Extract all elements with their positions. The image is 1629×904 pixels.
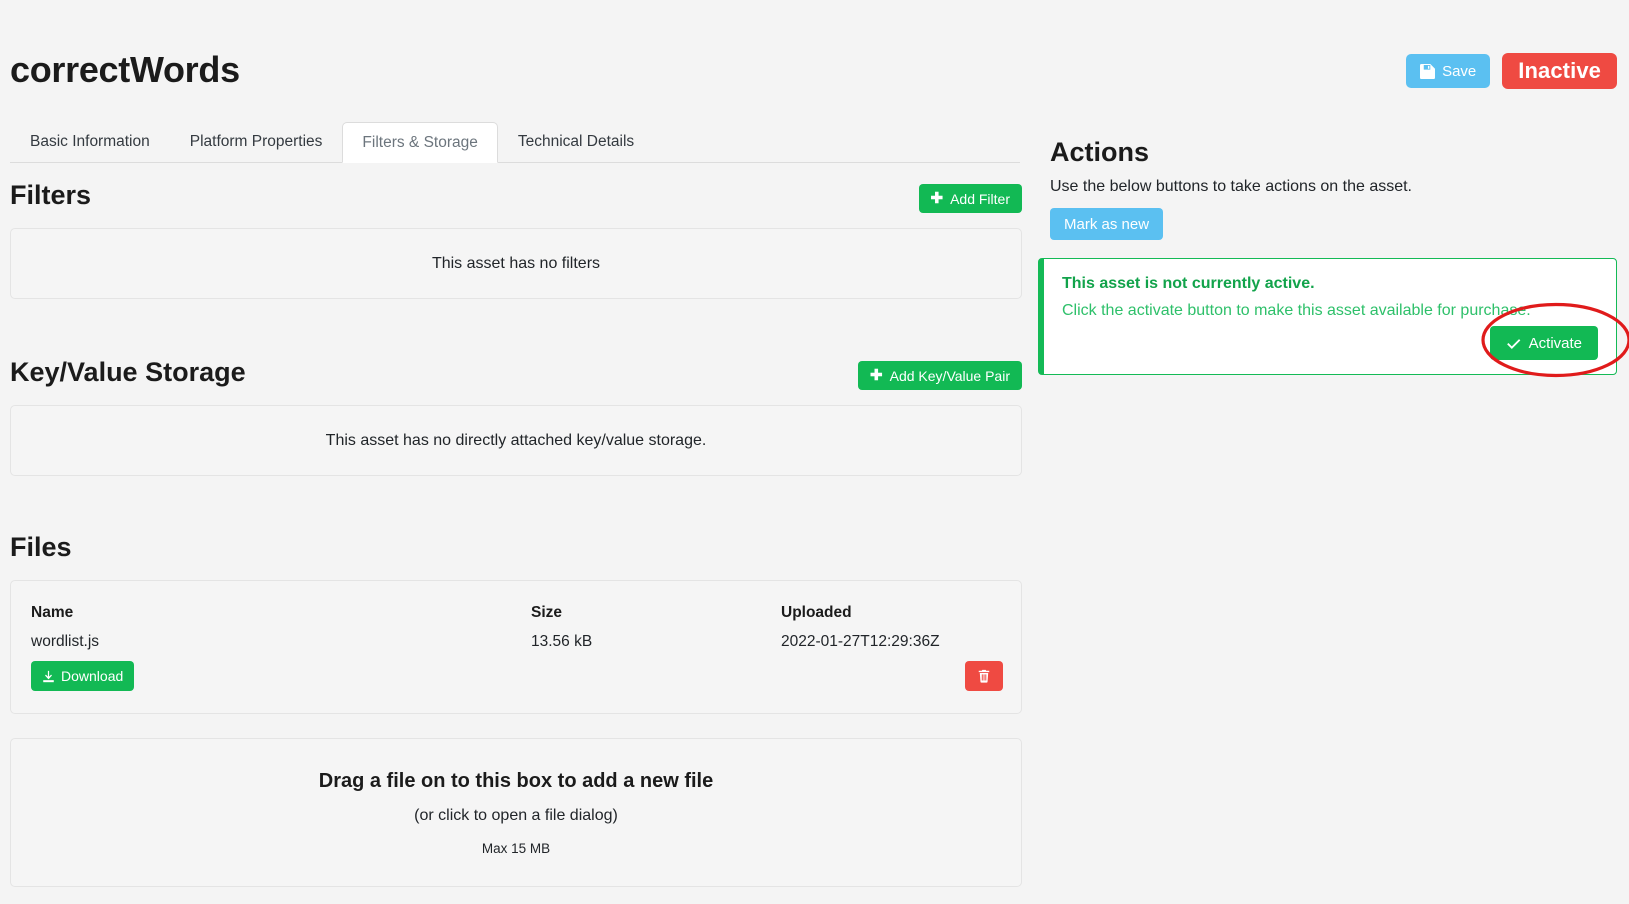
activate-button[interactable]: Activate — [1490, 326, 1598, 360]
floppy-disk-icon — [1420, 64, 1435, 79]
tab-bar: Basic Information Platform Properties Fi… — [10, 122, 1020, 163]
file-name: wordlist.js — [11, 622, 531, 651]
filters-empty-panel: This asset has no filters — [10, 228, 1022, 299]
filters-empty-message: This asset has no filters — [432, 255, 600, 273]
column-header-size: Size — [531, 581, 781, 622]
file-uploaded: 2022-01-27T12:29:36Z — [781, 622, 958, 651]
files-panel: Name Size Uploaded wordlist.js 13.56 kB … — [10, 580, 1022, 714]
tab-technical-details[interactable]: Technical Details — [498, 122, 654, 162]
download-cell: Download — [11, 651, 531, 713]
file-dropzone[interactable]: Drag a file on to this box to add a new … — [10, 738, 1022, 887]
download-button[interactable]: Download — [31, 661, 134, 691]
download-icon — [42, 670, 55, 683]
header-actions: Save Inactive — [1406, 53, 1617, 89]
table-row: wordlist.js 13.56 kB 2022-01-27T12:29:36… — [11, 622, 1021, 651]
page-title: correctWords — [10, 48, 240, 92]
filters-title: Filters — [10, 178, 91, 212]
tab-filters-and-storage[interactable]: Filters & Storage — [342, 122, 497, 163]
trash-icon — [977, 669, 991, 683]
actions-panel: Actions Use the below buttons to take ac… — [1050, 135, 1618, 375]
alert-button-row: Activate — [1062, 326, 1598, 360]
alert-body: Click the activate button to make this a… — [1062, 302, 1598, 320]
mark-as-new-button[interactable]: Mark as new — [1050, 208, 1163, 240]
plus-icon: ✚ — [931, 191, 944, 206]
files-table: Name Size Uploaded wordlist.js 13.56 kB … — [11, 581, 1021, 713]
status-badge: Inactive — [1502, 53, 1617, 89]
actions-title: Actions — [1050, 135, 1618, 169]
tab-basic-information[interactable]: Basic Information — [10, 122, 170, 162]
save-button-label: Save — [1442, 63, 1476, 80]
page-root: correctWords Save Inactive Basic Informa… — [0, 0, 1629, 904]
check-icon — [1506, 336, 1521, 351]
dropzone-primary-text: Drag a file on to this box to add a new … — [319, 770, 713, 793]
keyvalue-title: Key/Value Storage — [10, 355, 246, 389]
filters-section-header: Filters ✚ Add Filter — [10, 178, 1022, 220]
delete-file-button[interactable] — [965, 661, 1003, 691]
tab-platform-properties[interactable]: Platform Properties — [170, 122, 343, 162]
table-header-row: Name Size Uploaded — [11, 581, 1021, 622]
add-keyvalue-label: Add Key/Value Pair — [890, 368, 1010, 384]
table-row-actions: Download — [11, 651, 1021, 713]
add-filter-button[interactable]: ✚ Add Filter — [919, 184, 1023, 213]
files-section-header: Files — [10, 530, 1022, 572]
actions-description: Use the below buttons to take actions on… — [1050, 178, 1618, 196]
dropzone-secondary-text: (or click to open a file dialog) — [414, 807, 618, 825]
page-header: correctWords Save Inactive — [0, 0, 1629, 117]
keyvalue-empty-message: This asset has no directly attached key/… — [326, 432, 707, 450]
dropzone-max-size: Max 15 MB — [482, 841, 550, 856]
download-label: Download — [61, 668, 123, 684]
add-filter-label: Add Filter — [950, 191, 1010, 207]
empty-cell-size — [531, 651, 781, 713]
column-header-uploaded: Uploaded — [781, 581, 958, 622]
keyvalue-empty-panel: This asset has no directly attached key/… — [10, 405, 1022, 476]
add-keyvalue-pair-button[interactable]: ✚ Add Key/Value Pair — [858, 361, 1022, 390]
alert-heading: This asset is not currently active. — [1062, 275, 1598, 293]
file-actions-spacer — [958, 622, 1021, 651]
inactive-alert: This asset is not currently active. Clic… — [1038, 258, 1617, 375]
delete-cell — [958, 651, 1021, 713]
column-header-actions — [958, 581, 1021, 622]
column-header-name: Name — [11, 581, 531, 622]
save-button[interactable]: Save — [1406, 54, 1490, 88]
files-title: Files — [10, 530, 72, 564]
keyvalue-section-header: Key/Value Storage ✚ Add Key/Value Pair — [10, 355, 1022, 397]
file-size: 13.56 kB — [531, 622, 781, 651]
plus-icon: ✚ — [870, 368, 883, 383]
main-content: Filters ✚ Add Filter This asset has no f… — [10, 178, 1022, 887]
empty-cell-uploaded — [781, 651, 958, 713]
activate-label: Activate — [1529, 335, 1582, 352]
